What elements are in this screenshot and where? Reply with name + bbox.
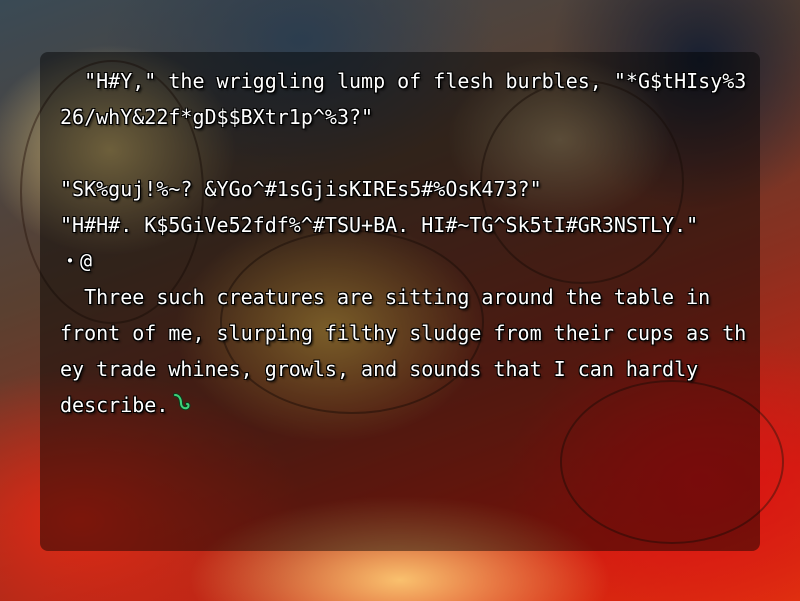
- dialogue-line: Three such creatures are sitting around …: [60, 285, 711, 309]
- dialogue-line: 26/whY&22f*gD$$BXtr1p^%3?": [60, 105, 374, 129]
- green-hook-cursor-icon[interactable]: [172, 393, 192, 420]
- dialogue-line-text: describe.: [60, 393, 169, 417]
- dialogue-line: "SK%guj!%~? &YGo^#1sGjisKIREs5#%OsK473?": [60, 177, 542, 201]
- dialogue-line-last: describe.: [60, 393, 192, 420]
- game-screen[interactable]: "H#Y," the wriggling lump of flesh burbl…: [0, 0, 800, 601]
- dialogue-line: ey trade whines, growls, and sounds that…: [60, 357, 699, 381]
- dialogue-line: "H#Y," the wriggling lump of flesh burbl…: [60, 69, 747, 93]
- dialogue-line: "H#H#. K$5GiVe52fdf%^#TSU+BA. HI#~TG^Sk5…: [60, 213, 699, 237]
- dialogue-line: ・@: [60, 249, 93, 273]
- dialogue-line: front of me, slurping filthy sludge from…: [60, 321, 747, 345]
